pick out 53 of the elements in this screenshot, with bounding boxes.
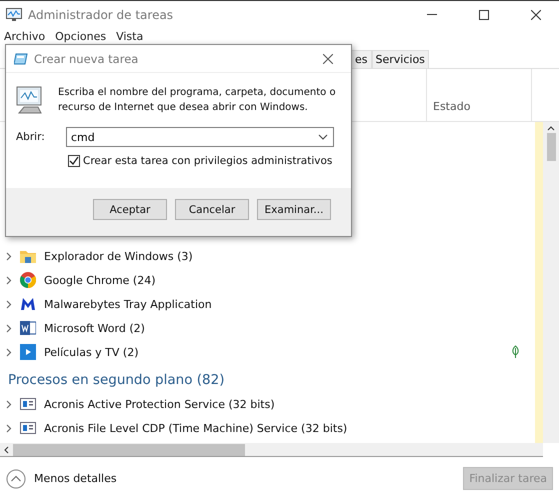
dropdown-caret-icon[interactable] bbox=[316, 133, 330, 141]
expand-chevron-icon[interactable] bbox=[6, 252, 12, 260]
dialog-button[interactable]: Examinar... bbox=[257, 199, 331, 220]
dialog-message: Escriba el nombre del programa, carpeta, documento o recurso de Internet que desea abrir con Windows. bbox=[58, 86, 337, 115]
expand-chevron-icon[interactable] bbox=[6, 276, 12, 284]
maximize-icon bbox=[479, 10, 489, 20]
process-name: Microsoft Word (2) bbox=[44, 322, 145, 334]
expand-chevron-icon[interactable] bbox=[6, 400, 12, 408]
menu-item[interactable]: Archivo bbox=[4, 30, 46, 42]
tab[interactable]: Servicios bbox=[372, 50, 429, 68]
expand-chevron-icon[interactable] bbox=[6, 424, 12, 432]
scrollbar-thumb[interactable] bbox=[546, 133, 556, 161]
window-icon bbox=[20, 422, 36, 434]
folder-icon bbox=[20, 249, 36, 263]
scroll-left-icon[interactable] bbox=[3, 446, 9, 454]
column-header[interactable]: Estado bbox=[427, 69, 532, 121]
scroll-up-icon[interactable] bbox=[547, 125, 555, 131]
monitor-icon bbox=[6, 8, 22, 22]
computer-icon bbox=[16, 85, 44, 115]
chrome-icon bbox=[20, 272, 36, 288]
dialog-title: Crear nueva tarea bbox=[34, 52, 140, 66]
fewer-details-button[interactable]: Menos detalles bbox=[6, 468, 456, 488]
close-icon bbox=[323, 54, 333, 64]
collapse-circle-icon bbox=[6, 468, 26, 488]
expand-chevron-icon[interactable] bbox=[6, 300, 12, 308]
tab[interactable]: es bbox=[351, 50, 372, 68]
minimize-icon bbox=[427, 14, 437, 15]
window-title: Administrador de tareas bbox=[28, 8, 174, 22]
expand-chevron-icon[interactable] bbox=[6, 348, 12, 356]
process-name: Películas y TV (2) bbox=[44, 346, 138, 358]
dialog-button[interactable]: Aceptar bbox=[93, 199, 167, 220]
play-icon bbox=[20, 344, 36, 360]
process-name: Google Chrome (24) bbox=[44, 274, 156, 286]
open-label: Abrir: bbox=[16, 131, 46, 143]
horizontal-scrollbar[interactable] bbox=[0, 443, 543, 457]
vertical-scrollbar[interactable] bbox=[543, 122, 559, 443]
menu-item[interactable]: Opciones bbox=[55, 30, 106, 42]
open-combo-field[interactable]: cmd bbox=[66, 127, 334, 147]
m-shape-icon bbox=[20, 297, 36, 311]
checkbox-label: Crear esta tarea con privilegios administrativos bbox=[83, 155, 332, 167]
run-icon bbox=[14, 52, 28, 64]
process-name: Acronis Active Protection Service (32 bits) bbox=[44, 398, 275, 410]
close-icon bbox=[531, 10, 541, 20]
process-name: Acronis File Level CDP (Time Machine) Service (32 bits) bbox=[44, 422, 348, 434]
menu-item[interactable]: Vista bbox=[116, 30, 144, 42]
document-icon bbox=[20, 320, 36, 336]
admin-checkbox[interactable] bbox=[68, 155, 80, 167]
process-name: Malwarebytes Tray Application bbox=[44, 298, 212, 310]
dialog-button[interactable]: Cancelar bbox=[175, 199, 249, 220]
process-name: Explorador de Windows (3) bbox=[44, 250, 193, 262]
expand-chevron-icon[interactable] bbox=[6, 324, 12, 332]
group-heading: Procesos en segundo plano (82) bbox=[7, 371, 226, 390]
window-icon bbox=[20, 398, 36, 410]
